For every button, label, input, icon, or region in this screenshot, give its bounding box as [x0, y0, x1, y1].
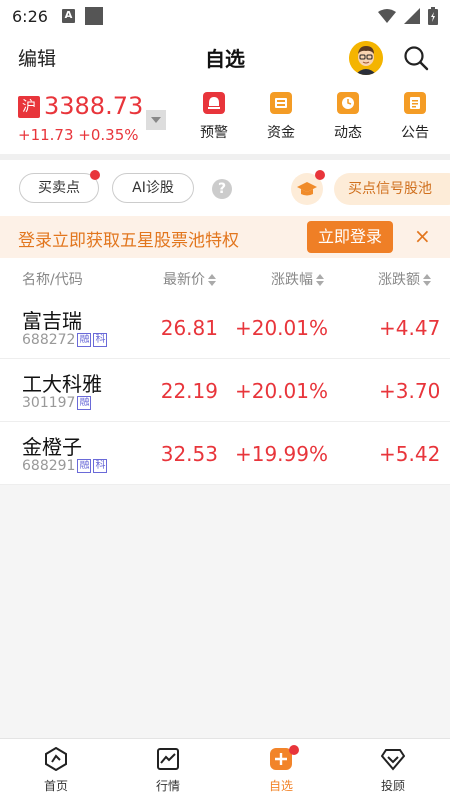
funds-icon — [270, 92, 292, 114]
notification-app-icon: A — [61, 9, 75, 23]
sort-icon — [423, 274, 431, 286]
sort-icon — [208, 274, 216, 286]
quick-action-notice[interactable]: 公告 — [385, 92, 445, 142]
signal-icon — [404, 8, 420, 24]
stock-name: 金橙子 — [22, 435, 82, 459]
stock-change-amt: +3.70 — [379, 379, 441, 403]
alert-icon — [203, 92, 225, 114]
market-tag: 沪 — [18, 96, 40, 118]
search-icon[interactable] — [403, 45, 429, 71]
stock-price: 22.19 — [160, 379, 218, 403]
watchlist-table-header: 名称/代码 最新价 涨跌幅 涨跌额 — [0, 258, 450, 296]
bottom-nav: 首页 行情 自选 投顾 — [0, 738, 450, 800]
top-header: 编辑 自选 — [0, 32, 450, 82]
ai-diagnosis-button[interactable]: AI诊股 — [112, 173, 194, 203]
stock-price: 32.53 — [160, 442, 218, 466]
nav-advisor[interactable]: 投顾 — [363, 747, 423, 794]
stock-change-pct: +19.99% — [234, 442, 328, 466]
close-icon[interactable]: × — [414, 224, 431, 248]
quick-action-alert[interactable]: 预警 — [184, 92, 244, 142]
login-now-button[interactable]: 立即登录 — [307, 221, 393, 253]
new-badge-dot — [90, 170, 100, 180]
stock-code: 688272 融科 — [22, 332, 108, 348]
stock-name: 工大科雅 — [22, 372, 102, 396]
index-dropdown-button[interactable] — [146, 110, 166, 130]
quick-action-news[interactable]: 动态 — [318, 92, 378, 142]
watchlist-rows: 富吉瑞 688272 融科 26.81 +20.01% +4.47 工大科雅 30… — [0, 296, 450, 485]
nav-home[interactable]: 首页 — [26, 746, 86, 794]
chart-icon — [157, 748, 179, 770]
quick-action-funds[interactable]: 资金 — [251, 92, 311, 142]
sort-icon — [316, 274, 324, 286]
watchlist-page: 6:26 A 编辑 自选 沪 3388.73 +11.73 +0.35% 预警 … — [0, 0, 450, 800]
diamond-icon — [380, 749, 406, 771]
nav-watchlist[interactable]: 自选 — [251, 745, 311, 794]
index-price: 3388.73 — [44, 92, 144, 120]
signal-pool-button[interactable]: 买点信号股池 — [334, 173, 450, 205]
status-bar: 6:26 A — [0, 0, 450, 32]
notice-icon — [404, 92, 426, 114]
new-badge-dot — [289, 745, 299, 755]
home-icon — [45, 746, 67, 772]
status-time: 6:26 — [12, 6, 48, 26]
stock-change-amt: +4.47 — [379, 316, 441, 340]
table-row[interactable]: 金橙子 688291 融科 32.53 +19.99% +5.42 — [0, 422, 450, 485]
graduation-cap-icon — [297, 182, 317, 196]
login-promo-text: 登录立即获取五星股票池特权 — [18, 231, 239, 251]
header-change-pct[interactable]: 涨跌幅 — [271, 269, 324, 289]
header-latest-price[interactable]: 最新价 — [163, 269, 216, 289]
user-avatar-icon — [349, 41, 383, 75]
battery-icon — [428, 7, 438, 25]
header-name-code: 名称/代码 — [22, 272, 83, 288]
star-market-tag: 科 — [93, 333, 108, 347]
stock-name: 富吉瑞 — [22, 309, 82, 333]
edit-button[interactable]: 编辑 — [18, 44, 56, 71]
margin-tag: 融 — [77, 396, 92, 410]
notification-square-icon — [84, 7, 103, 25]
margin-tag: 融 — [77, 459, 92, 473]
header-change-amt[interactable]: 涨跌额 — [378, 269, 431, 289]
login-promo-banner: 登录立即获取五星股票池特权 立即登录 × — [0, 216, 450, 258]
margin-tag: 融 — [77, 333, 92, 347]
star-market-tag: 科 — [93, 459, 108, 473]
clock-icon — [337, 92, 359, 114]
filter-bar: 买卖点 AI诊股 ? 买点信号股池 — [0, 160, 450, 216]
buy-sell-point-button[interactable]: 买卖点 — [19, 170, 100, 203]
table-row[interactable]: 富吉瑞 688272 融科 26.81 +20.01% +4.47 — [0, 296, 450, 359]
nav-market[interactable]: 行情 — [138, 747, 198, 794]
stock-change-pct: +20.01% — [234, 316, 328, 340]
new-badge-dot — [315, 170, 325, 180]
stock-change-pct: +20.01% — [234, 379, 328, 403]
wifi-icon — [378, 9, 396, 23]
stock-code: 301197 融 — [22, 395, 92, 411]
stock-change-amt: +5.42 — [379, 442, 441, 466]
table-row[interactable]: 工大科雅 301197 融 22.19 +20.01% +3.70 — [0, 359, 450, 422]
help-icon[interactable]: ? — [212, 179, 232, 199]
stock-price: 26.81 — [160, 316, 218, 340]
education-button[interactable] — [291, 170, 325, 205]
index-change: +11.73 +0.35% — [18, 126, 139, 144]
index-summary[interactable]: 沪 3388.73 +11.73 +0.35% 预警 资金 动态 公告 — [0, 82, 450, 154]
stock-code: 688291 融科 — [22, 458, 108, 474]
status-indicators — [378, 7, 438, 25]
avatar[interactable] — [349, 41, 383, 75]
